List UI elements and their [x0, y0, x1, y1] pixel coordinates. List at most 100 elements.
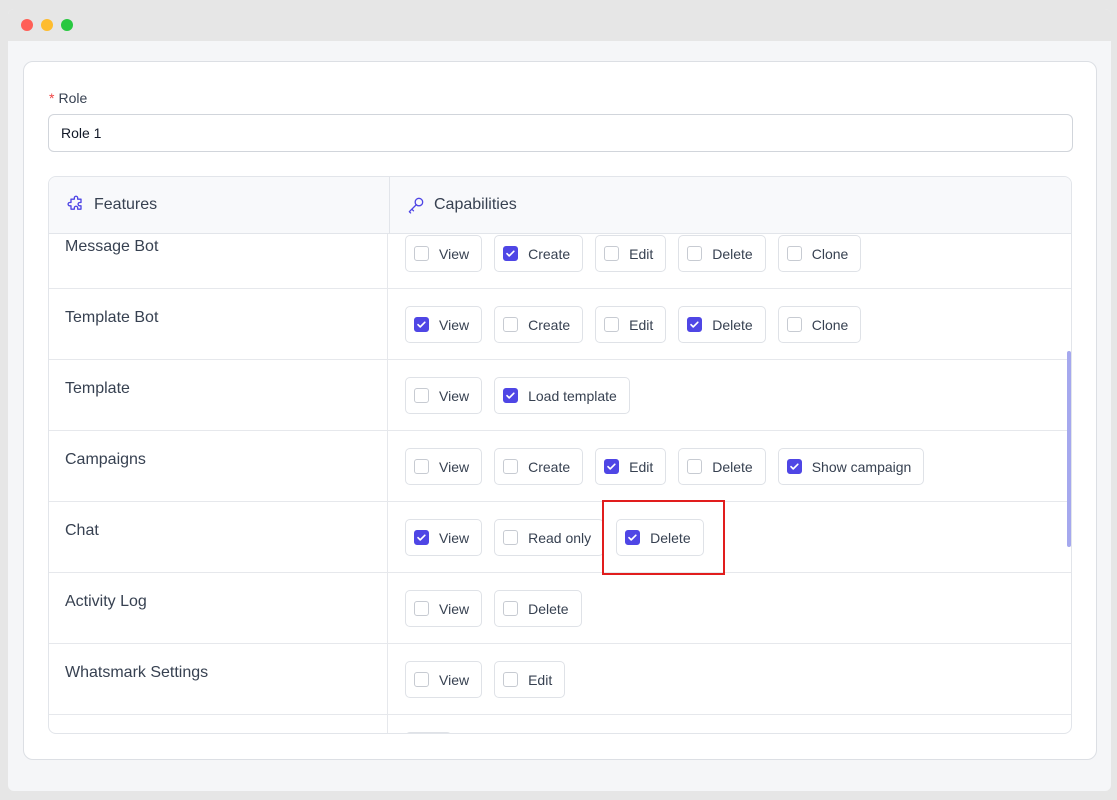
- checkbox-checked[interactable]: [414, 530, 429, 545]
- column-divider: [387, 360, 388, 431]
- checkbox-unchecked[interactable]: [503, 601, 519, 616]
- table-row: Activity Log View Delete: [49, 573, 1071, 644]
- table-row: Campaigns View Create Edit Delete Show campai…: [49, 431, 1071, 502]
- table-row: Template View Load template: [49, 360, 1071, 431]
- features-column-header: Features: [66, 177, 366, 233]
- capability-checkbox[interactable]: View: [405, 235, 483, 272]
- title-bar: [8, 9, 1111, 41]
- capability-label: Create: [528, 245, 571, 262]
- capability-label: Clone: [811, 316, 849, 333]
- capability-checkbox[interactable]: Read only: [494, 519, 605, 556]
- capability-checkbox[interactable]: Delete: [678, 306, 766, 343]
- capability-label: Load template: [528, 387, 617, 404]
- capability-list: View Create Edit Delete Clone: [405, 235, 862, 272]
- minimize-window-button[interactable]: [41, 19, 53, 31]
- table-rows: Message Bot View Create Edit Delete Clone Temp…: [49, 234, 1071, 733]
- feature-name: Template: [65, 380, 130, 397]
- role-field-label: * Role: [49, 90, 87, 106]
- check-icon: [789, 463, 799, 470]
- column-divider: [387, 289, 388, 360]
- capability-checkbox[interactable]: Edit: [595, 448, 667, 485]
- checkbox-unchecked[interactable]: [414, 672, 429, 687]
- capability-list: View Create Edit Delete Clone: [405, 306, 862, 343]
- checkbox-unchecked[interactable]: [503, 672, 519, 687]
- checkbox-checked[interactable]: [687, 317, 703, 332]
- checkbox-unchecked[interactable]: [604, 317, 620, 332]
- capability-label: Edit: [629, 458, 654, 475]
- capability-checkbox[interactable]: View: [405, 448, 483, 485]
- capability-list: View Edit: [405, 661, 566, 698]
- check-icon: [690, 321, 699, 328]
- feature-name: Message Bot: [65, 238, 159, 255]
- capability-checkbox[interactable]: Delete: [678, 448, 766, 485]
- table-body: Message Bot View Create Edit Delete Clone Temp…: [49, 234, 1071, 733]
- capability-checkbox[interactable]: [405, 732, 452, 733]
- capability-checkbox[interactable]: Delete: [678, 235, 766, 272]
- capability-checkbox[interactable]: View: [405, 377, 483, 414]
- checkbox-unchecked[interactable]: [414, 459, 429, 474]
- capability-checkbox[interactable]: View: [405, 519, 483, 556]
- capability-checkbox[interactable]: Create: [494, 306, 584, 343]
- permissions-table: Features Capabilities Message Bot View Cre…: [48, 176, 1072, 734]
- table-header: Features Capabilities: [49, 177, 1071, 234]
- capability-label: Edit: [629, 316, 654, 333]
- checkbox-unchecked[interactable]: [786, 317, 802, 332]
- capability-label: View: [439, 671, 470, 688]
- table-row: Chat View Read only Delete: [49, 502, 1071, 573]
- header-divider: [389, 177, 390, 234]
- key-icon: [408, 197, 424, 214]
- capability-label: Create: [528, 458, 571, 475]
- capability-label: Create: [528, 316, 571, 333]
- column-divider: [387, 715, 388, 733]
- capability-list: [405, 732, 452, 733]
- checkbox-unchecked[interactable]: [414, 388, 429, 403]
- checkbox-unchecked[interactable]: [687, 246, 703, 261]
- checkbox-checked[interactable]: [786, 459, 802, 474]
- capability-checkbox[interactable]: View: [405, 661, 483, 698]
- checkbox-unchecked[interactable]: [687, 459, 703, 474]
- check-icon: [607, 463, 616, 470]
- capability-checkbox[interactable]: Delete: [494, 590, 582, 627]
- feature-name: Campaigns: [65, 451, 146, 468]
- capability-checkbox[interactable]: Edit: [595, 306, 667, 343]
- checkbox-unchecked[interactable]: [503, 530, 519, 545]
- checkbox-unchecked[interactable]: [604, 246, 620, 261]
- capability-checkbox[interactable]: Show campaign: [777, 448, 925, 485]
- capability-checkbox[interactable]: Clone: [777, 235, 862, 272]
- capability-label: Show campaign: [811, 458, 912, 475]
- checkbox-checked[interactable]: [414, 317, 429, 332]
- capability-list: View Load template: [405, 377, 630, 414]
- capability-checkbox[interactable]: Create: [494, 448, 584, 485]
- checkbox-unchecked[interactable]: [503, 317, 519, 332]
- checkbox-unchecked[interactable]: [786, 246, 802, 261]
- capability-checkbox[interactable]: Create: [494, 235, 584, 272]
- checkbox-unchecked[interactable]: [503, 459, 519, 474]
- checkbox-unchecked[interactable]: [414, 601, 429, 616]
- table-scrollbar[interactable]: [1067, 351, 1071, 547]
- checkbox-checked[interactable]: [604, 459, 620, 474]
- role-form-card: *Role Features Capabilities: [23, 61, 1097, 760]
- feature-name: Activity Log: [65, 593, 147, 610]
- capability-checkbox[interactable]: Clone: [777, 306, 862, 343]
- close-window-button[interactable]: [21, 19, 33, 31]
- capability-checkbox[interactable]: View: [405, 590, 483, 627]
- check-icon: [417, 534, 426, 541]
- capability-label: Read only: [528, 529, 592, 546]
- table-row: Message Bot View Create Edit Delete Clone: [49, 234, 1071, 289]
- checkbox-checked[interactable]: [503, 388, 519, 403]
- maximize-window-button[interactable]: [61, 19, 73, 31]
- check-icon: [506, 250, 515, 257]
- checkbox-checked[interactable]: [503, 246, 519, 261]
- check-icon: [506, 392, 515, 399]
- capability-checkbox[interactable]: Edit: [595, 235, 667, 272]
- capability-checkbox[interactable]: View: [405, 306, 483, 343]
- checkbox-unchecked[interactable]: [414, 246, 429, 261]
- capability-label: Edit: [528, 671, 553, 688]
- capability-label: Delete: [712, 245, 753, 262]
- capability-list: View Delete: [405, 590, 582, 627]
- capability-checkbox[interactable]: Edit: [494, 661, 566, 698]
- capability-checkbox[interactable]: Load template: [494, 377, 630, 414]
- role-name-input[interactable]: [48, 114, 1073, 152]
- check-icon: [417, 321, 426, 328]
- table-row: Template Bot View Create Edit Delete Clone: [49, 289, 1071, 360]
